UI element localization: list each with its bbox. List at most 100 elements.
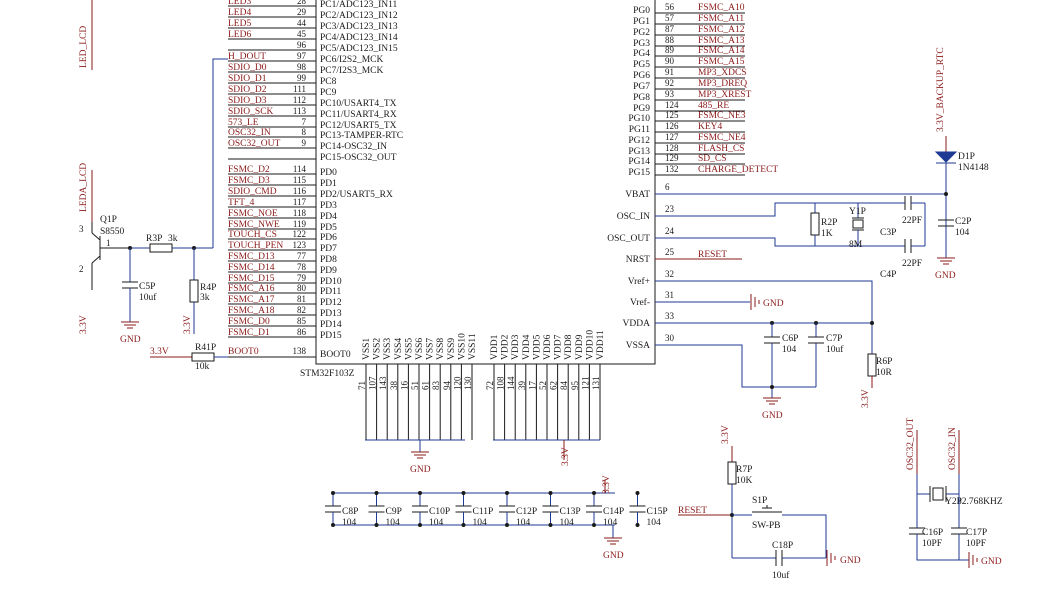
decoupling-capacitor: C10P104 [412,491,450,528]
q1-ref: Q1P [100,215,117,225]
c18-ref: C18P [772,541,793,551]
mcu-left-pin-number: 81 [297,294,306,304]
decoupling-capacitor: C8P104 [325,491,358,528]
r7-resistor [727,461,737,485]
decoupling-capacitor-value: 104 [516,518,531,528]
vss-pin-name: VSS6 [415,338,425,360]
vdd-pin-number: 52 [538,381,548,390]
mcu-left-pin-name: PD3 [320,201,337,211]
vss-pin-number: 38 [389,381,399,391]
r6-ref: R6P [876,357,892,367]
mcu-left-pin-name: PC6/I2S2_MCK [320,55,383,65]
q1-value: S8550 [100,227,125,237]
mcu-left-pin-net: LED3 [228,0,251,7]
mcu-right-pin-number: 126 [665,121,679,131]
mcu-left-pin-number: 85 [297,316,307,326]
c6-value: 104 [782,345,797,355]
mcu-left-pin-number: 86 [297,327,307,337]
mcu-right-pin-name: PG11 [629,125,651,135]
mcu-right-pin-number: 125 [665,110,679,120]
mcu-left-pin-number: 7 [302,117,307,127]
mcu-left-pin-net: SDIO_SCK [228,107,274,117]
vdd-pin-number: 84 [559,381,569,391]
q1-pin2: 2 [79,264,84,274]
q1-3v3-label: 3.3V [79,315,89,334]
vss-pin-number: 71 [357,381,367,390]
mcu-left-pin-net: SDIO_D2 [228,85,267,95]
gnd-label-c2: GND [935,271,956,281]
vss-pin-number: 120 [452,376,462,390]
mcu-right-pin-number: 88 [665,35,675,45]
vdd-pin-number: 131 [591,377,601,391]
mcu-left-pin-name: PD14 [320,320,342,330]
mcu-right-pin-name: PG15 [628,168,650,178]
mcu-power-pin-name: OSC_IN [617,212,650,222]
vss-pin-name: VSS1 [362,338,372,360]
mcu-left-pin-number: 98 [297,62,307,72]
mcu-right-pin-number: 89 [665,45,675,55]
mcu-left-pin-name: PD9 [320,266,337,276]
mcu-right-pin-net: FSMC_NE3 [698,111,746,121]
mcu-left-pin-net: SDIO_D3 [228,96,267,106]
mcu-left-pin-name: PC2/ADC123_IN12 [320,11,398,21]
mcu-left-pin-name: PC12/USART5_TX [320,121,397,131]
mcu-left-pin-name: PD1 [320,179,337,189]
mcu-right-pin-name: PG0 [633,6,650,16]
net-leda-lcd: LEDA_LCD [79,163,89,212]
d1-ref: D1P [958,152,975,162]
c7-ref: C7P [826,334,842,344]
vss-pin-name: VSS2 [373,338,383,360]
mcu-left-pin-net: H_DOUT [228,52,266,62]
mcu-left-pin-name: PC1/ADC123_IN11 [320,0,397,10]
y2-crystal [932,487,944,501]
decoupling-caps: C8P104C9P104C10P104C11P104C12P104C13P104… [325,491,668,528]
vss-pin-name: VSS5 [404,338,414,360]
vdd-pin-name: VDD3 [511,334,521,360]
vss-pin-number: 143 [378,376,388,390]
mcu-left-pin-net: TFT_4 [228,198,255,208]
vdd-pin-number: 17 [527,381,537,391]
vss-pin-number: 51 [410,381,420,390]
mcu-left-pin-net: LED4 [228,8,251,18]
mcu-right-pin-number: 127 [665,132,679,142]
vdd-pin-name: VDD6 [543,334,553,360]
mcu-part-label: STM32F103Z [300,369,355,379]
vss-pin-number: 107 [368,376,378,390]
decoupling-capacitor-ref: C12P [516,507,537,517]
vdd-pin-number: 39 [517,381,527,391]
mcu-boot-pin-number: 138 [293,346,307,356]
mcu-right-pin-net: FSMC_A13 [698,36,745,46]
gnd-label-vssa: GND [762,411,783,421]
mcu-left-pin-name: PD5 [320,223,337,233]
mcu-left-pin-name: PC11/USART4_RX [320,110,397,120]
c6-ref: C6P [782,334,798,344]
gnd-label-vref: GND [763,299,784,309]
mcu-right-pin-name: PG8 [633,93,650,103]
mcu-left-pin-name: PC5/ADC123_IN15 [320,44,398,54]
decoupling-capacitor: C14P104 [586,491,624,528]
backup-rtc-label: 3.3V_BACKUP_RTC [936,47,946,132]
decoupling-capacitor: C11P104 [455,491,493,528]
mcu-right-pin-net: FSMC_A14 [698,46,745,56]
vdd-pin-number: 95 [570,381,580,391]
mcu-left-pin-number: 79 [297,273,307,283]
schematic-page: { "mcu": { "part": "STM32F103Z", "left_p… [0,0,1057,591]
d1-diode [934,151,958,163]
gnd-label-c5: GND [120,335,141,345]
mcu-left-pin-number: 45 [297,29,307,39]
reset-net-label: RESET [678,506,707,516]
r41-ref: R41P [195,343,216,353]
s1-ref: S1P [752,496,767,506]
mcu-right-pin-number: 56 [665,2,675,12]
mcu-left-pin-net: OSC32_IN [228,128,271,138]
mcu-left-pin-net: FSMC_A17 [228,295,275,305]
mcu-left-pin-number: 117 [293,197,307,207]
mcu-left-pin-name: PC14-OSC32_IN [320,142,387,152]
r4-3v3-label: 3.3V [183,315,193,334]
s1-value: SW-PB [752,521,781,531]
mcu-right-pin-number: 92 [665,78,674,88]
vdd-pin-number: 72 [485,381,495,390]
vdd-pin-name: VDD9 [575,334,585,360]
gnd-symbol-c2 [937,257,955,265]
decoupling-capacitor-value: 104 [603,518,618,528]
